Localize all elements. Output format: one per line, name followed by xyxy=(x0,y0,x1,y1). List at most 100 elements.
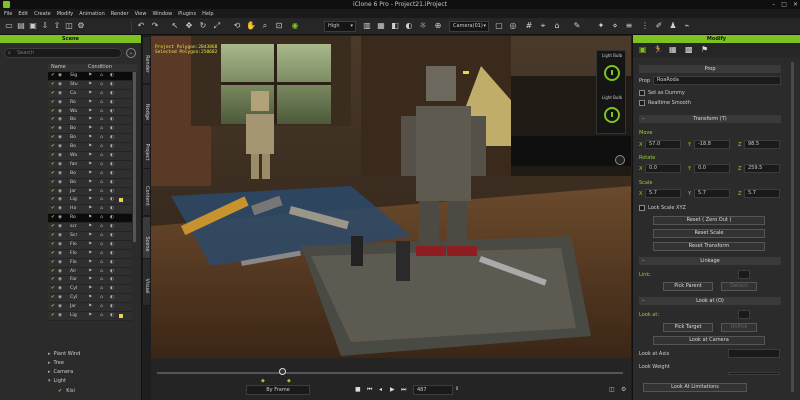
tab-scene[interactable]: Scene xyxy=(142,216,151,264)
camera-dropdown[interactable]: Camera(01) ▾ xyxy=(449,21,489,32)
scene-row[interactable]: ✔ ◉ Far ⚑ ⌂ ◐ xyxy=(48,276,132,286)
lock-icon[interactable]: ⌂ xyxy=(100,294,103,302)
fit-icon[interactable]: ⊡ xyxy=(274,21,284,31)
lock-icon[interactable]: ⌂ xyxy=(100,268,103,276)
check-icon[interactable]: ✔ xyxy=(51,170,55,178)
shadow-icon[interactable]: ◐ xyxy=(110,143,114,151)
check-icon[interactable]: ✔ xyxy=(51,99,55,107)
scene-row[interactable]: ✔ ◉ Lig ⚑ ⌂ ◐ xyxy=(48,196,132,206)
lock-icon[interactable]: ⌂ xyxy=(100,276,103,284)
lock-icon[interactable]: ⌂ xyxy=(100,241,103,249)
scene-row[interactable]: ✔ ◉ Cyl ⚑ ⌂ ◐ xyxy=(48,285,132,295)
shadow-icon[interactable]: ◐ xyxy=(110,196,114,204)
lock-icon[interactable]: ⌂ xyxy=(100,196,103,204)
shadow-icon[interactable]: ◐ xyxy=(110,294,114,302)
motion-icon[interactable]: ⚑ xyxy=(88,125,92,133)
transform-section[interactable]: – Transform (T) xyxy=(639,115,781,123)
settings-icon[interactable]: ⚙ xyxy=(76,21,86,31)
shadow-icon[interactable]: ◐ xyxy=(110,259,114,267)
visibility-eye-icon[interactable]: ◉ xyxy=(58,116,62,124)
motion-icon[interactable]: ⚑ xyxy=(88,241,92,249)
shadow-icon[interactable]: ◐ xyxy=(110,116,114,124)
transform-gizmo-icon[interactable]: ✦ xyxy=(596,21,606,31)
range-end-marker-icon[interactable]: ◆ xyxy=(287,378,291,384)
lock-icon[interactable]: ⌂ xyxy=(100,170,103,178)
timeline-settings-icon[interactable]: ⚙ xyxy=(621,386,626,393)
open-folder-icon[interactable]: ▤ xyxy=(16,21,26,31)
visibility-eye-icon[interactable]: ◉ xyxy=(58,294,62,302)
visibility-eye-icon[interactable]: ◉ xyxy=(58,179,62,187)
motion-icon[interactable]: ⚑ xyxy=(88,134,92,142)
check-icon[interactable]: ✔ xyxy=(51,90,55,98)
motion-icon[interactable]: ⚑ xyxy=(88,170,92,178)
visibility-eye-icon[interactable]: ◉ xyxy=(58,143,62,151)
modify-tab-texture-icon[interactable]: ▩ xyxy=(685,45,693,54)
light-dial-1[interactable] xyxy=(604,65,620,81)
record-camera-icon[interactable]: ◎ xyxy=(508,21,518,31)
menu-render[interactable]: Render xyxy=(111,11,129,17)
tab-project[interactable]: Project xyxy=(142,124,151,172)
visibility-eye-icon[interactable]: ◉ xyxy=(58,259,62,267)
look-at-axis-dropdown[interactable] xyxy=(728,349,780,358)
scene-row[interactable]: ✔ ◉ Bo ⚑ ⌂ ◐ xyxy=(48,169,132,179)
visibility-eye-icon[interactable]: ◉ xyxy=(58,214,62,222)
check-icon[interactable]: ✔ xyxy=(51,72,55,80)
scene-row[interactable]: ✔ ◉ Lig ⚑ ⌂ ◐ xyxy=(48,312,132,321)
visibility-eye-icon[interactable]: ◉ xyxy=(58,161,62,169)
scene-row-kisi[interactable]: ✔ Kisi xyxy=(48,387,138,396)
shadow-icon[interactable]: ◐ xyxy=(110,250,114,258)
check-icon[interactable]: ✔ xyxy=(51,241,55,249)
frame-number-input[interactable]: 487 xyxy=(413,385,453,395)
quality-dropdown[interactable]: High ▾ xyxy=(324,21,356,32)
check-icon[interactable]: ✔ xyxy=(51,303,55,311)
lock-icon[interactable]: ⌂ xyxy=(100,188,103,196)
move-icon[interactable]: ✥ xyxy=(184,21,194,31)
tab-render[interactable]: Render xyxy=(142,36,151,84)
motion-icon[interactable]: ⚑ xyxy=(88,223,92,231)
check-icon[interactable]: ✔ xyxy=(58,388,62,394)
light-dial-2[interactable] xyxy=(604,107,620,123)
shadow-icon[interactable]: ◐ xyxy=(110,285,114,293)
lock-icon[interactable]: ⌂ xyxy=(100,205,103,213)
motion-icon[interactable]: ⚑ xyxy=(88,285,92,293)
camera-view-icon[interactable]: ▢ xyxy=(494,21,504,31)
reset-zero-button[interactable]: Reset ( Zero Out ) xyxy=(653,216,765,225)
lock-icon[interactable]: ⌂ xyxy=(100,134,103,142)
scene-search-input[interactable]: ⌕ Search xyxy=(4,48,122,58)
select-icon[interactable]: ↖ xyxy=(170,21,180,31)
visibility-eye-icon[interactable]: ◉ xyxy=(58,285,62,293)
check-icon[interactable]: ✔ xyxy=(51,143,55,151)
rotate-y-input[interactable]: 0.0 xyxy=(694,164,730,173)
move-z-input[interactable]: 98.5 xyxy=(744,140,780,149)
tab-visual[interactable]: Visual xyxy=(142,258,151,306)
scene-row[interactable]: ✔ ◉ Cyl ⚑ ⌂ ◐ xyxy=(48,294,132,304)
visibility-eye-icon[interactable]: ◉ xyxy=(58,125,62,133)
reset-scale-button[interactable]: Reset Scale xyxy=(653,229,765,238)
motion-icon[interactable]: ⚑ xyxy=(88,214,92,222)
modify-tab-attribute-icon[interactable]: ▣ xyxy=(639,45,647,54)
scene-row[interactable]: ✔ ◉ Stu ⚑ ⌂ ◐ xyxy=(48,80,132,90)
scene-row[interactable]: ✔ ◉ Bo ⚑ ⌂ ◐ xyxy=(48,125,132,135)
check-icon[interactable]: ✔ xyxy=(51,179,55,187)
shadow-icon[interactable]: ◐ xyxy=(404,21,414,31)
motion-icon[interactable]: ⚑ xyxy=(88,81,92,89)
camera-rotate-icon[interactable]: ⟲ xyxy=(232,21,242,31)
link-field[interactable] xyxy=(738,270,750,279)
move-y-input[interactable]: -18.8 xyxy=(694,140,730,149)
motion-icon[interactable]: ⚑ xyxy=(88,303,92,311)
check-icon[interactable]: ✔ xyxy=(51,294,55,302)
modify-tab-motion-icon[interactable]: 🏃 xyxy=(653,45,663,54)
visibility-eye-icon[interactable]: ◉ xyxy=(58,232,62,240)
modify-scrollbar[interactable] xyxy=(791,62,794,392)
modify-tab-material-icon[interactable]: ▦ xyxy=(669,45,677,54)
paint-icon[interactable]: ✐ xyxy=(654,21,664,31)
marker-icon[interactable]: ⌂ xyxy=(552,21,562,31)
rotate-z-input[interactable]: 259.5 xyxy=(744,164,780,173)
minimize-icon[interactable]: – xyxy=(772,1,775,8)
visibility-eye-icon[interactable]: ◉ xyxy=(58,276,62,284)
scale-z-input[interactable]: 5.7 xyxy=(744,189,780,198)
scene-row[interactable]: ✔ ◉ Wa ⚑ ⌂ ◐ xyxy=(48,152,132,161)
shadow-icon[interactable]: ◐ xyxy=(110,312,114,320)
shadow-icon[interactable]: ◐ xyxy=(110,170,114,178)
motion-icon[interactable]: ⚑ xyxy=(88,143,92,151)
